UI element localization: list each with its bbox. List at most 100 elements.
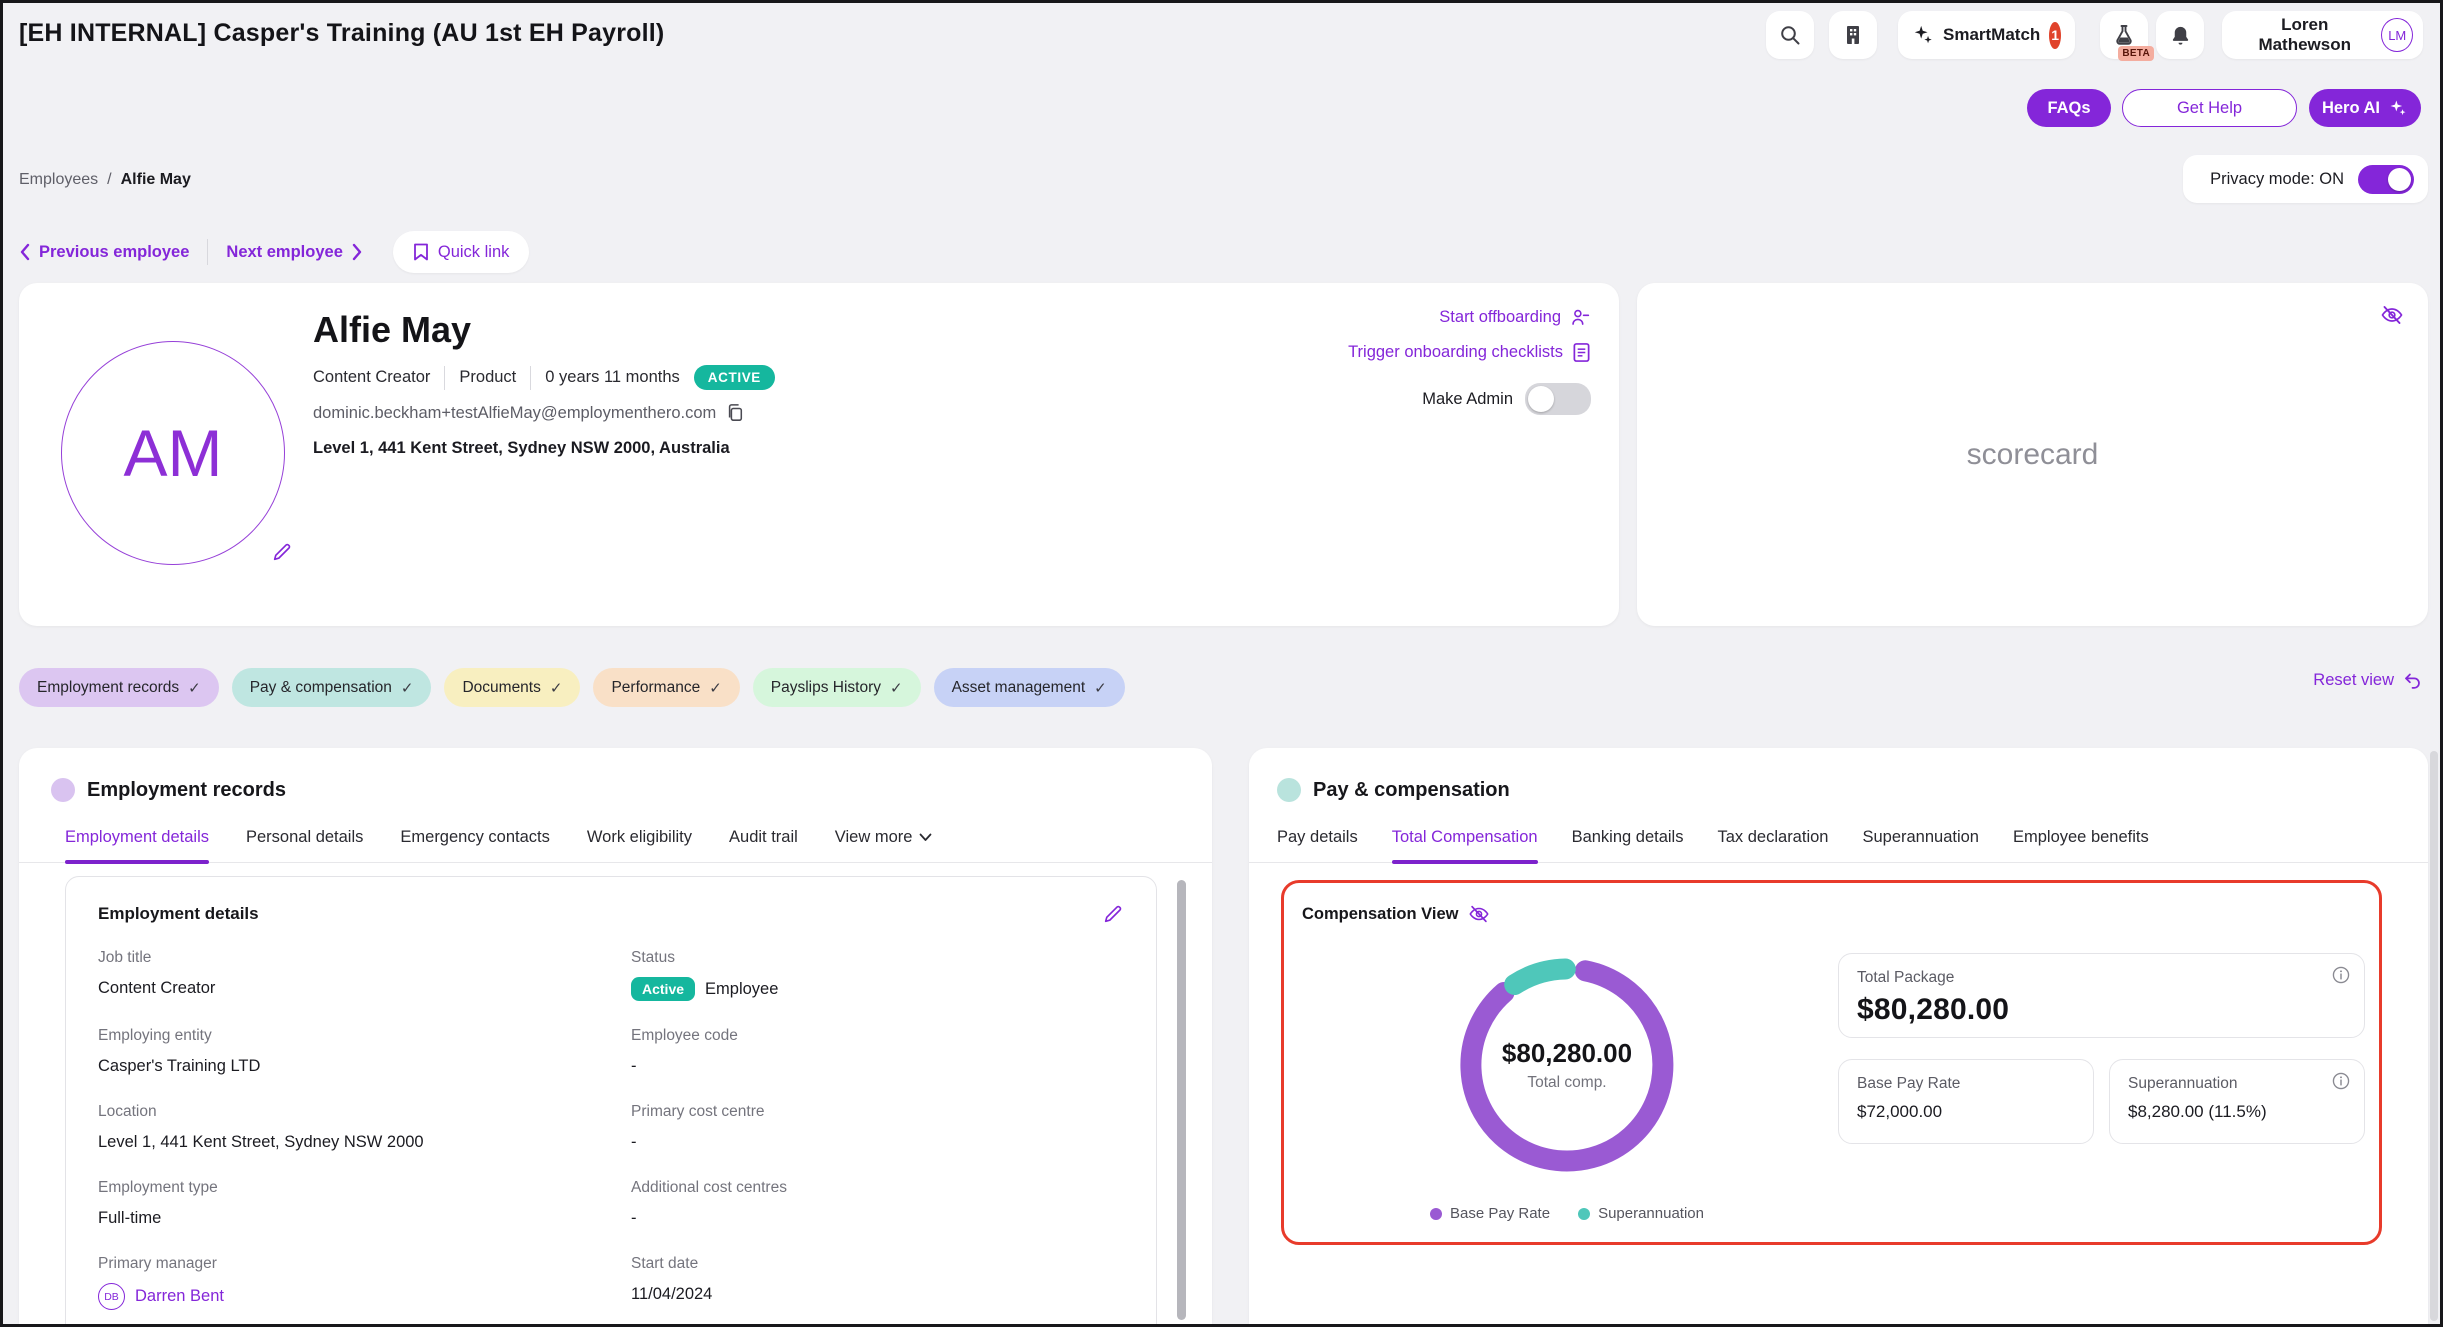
reset-view-button[interactable]: Reset view — [2313, 671, 2422, 690]
privacy-mode-toggle[interactable] — [2358, 165, 2414, 194]
pill-documents[interactable]: Documents✓ — [444, 668, 580, 707]
person-minus-icon — [1570, 307, 1591, 328]
trigger-onboarding-button[interactable]: Trigger onboarding checklists — [1348, 342, 1591, 363]
employee-tenure: 0 years 11 months — [545, 368, 680, 387]
employment-records-tabs: Employment details Personal details Emer… — [19, 828, 1212, 863]
section-dot — [51, 778, 75, 802]
tab-total-compensation[interactable]: Total Compensation — [1392, 828, 1538, 862]
smartmatch-button[interactable]: SmartMatch 1 — [1898, 11, 2075, 59]
base-pay-rate-card: Base Pay Rate $72,000.00 — [1838, 1059, 2094, 1144]
employee-job-title: Content Creator — [313, 368, 430, 387]
hero-ai-button[interactable]: Hero AI — [2309, 89, 2421, 127]
quick-link-button[interactable]: Quick link — [393, 231, 530, 273]
page-scrollbar[interactable] — [2430, 751, 2438, 1321]
company-switcher-button[interactable] — [1829, 11, 1877, 59]
compensation-donut-chart: $80,280.00 Total comp. — [1447, 945, 1687, 1185]
check-icon: ✓ — [1094, 679, 1107, 697]
employee-email-row: dominic.beckham+testAlfieMay@employmenth… — [313, 403, 744, 423]
pill-performance[interactable]: Performance✓ — [593, 668, 739, 707]
previous-employee-button[interactable]: Previous employee — [19, 243, 189, 262]
next-employee-label: Next employee — [226, 243, 342, 262]
tab-banking-details[interactable]: Banking details — [1572, 828, 1684, 862]
field-status: Status ActiveEmployee — [631, 949, 1124, 1001]
flask-icon — [2112, 23, 2136, 47]
employee-meta: Content Creator Product 0 years 11 month… — [313, 365, 775, 390]
pill-payslips-history[interactable]: Payslips History✓ — [753, 668, 921, 707]
divider — [207, 239, 208, 265]
pill-asset-management[interactable]: Asset management✓ — [934, 668, 1125, 707]
faqs-button[interactable]: FAQs — [2027, 89, 2111, 127]
compensation-view-highlight: Compensation View $80,280.00 Total comp. — [1281, 880, 2382, 1245]
make-admin-row: Make Admin — [1422, 383, 1591, 415]
info-icon[interactable] — [2332, 1072, 2350, 1090]
tab-emergency-contacts[interactable]: Emergency contacts — [400, 828, 549, 862]
eye-off-icon — [2380, 303, 2404, 327]
start-offboarding-label: Start offboarding — [1439, 308, 1561, 327]
document-icon — [1572, 342, 1591, 363]
edit-avatar-button[interactable] — [271, 541, 293, 563]
employment-fields-grid: Job title Content Creator Status ActiveE… — [98, 949, 1124, 1324]
make-admin-toggle[interactable] — [1525, 383, 1591, 415]
bell-icon — [2169, 24, 2192, 47]
tab-view-more[interactable]: View more — [835, 828, 933, 862]
legend-base-pay: Base Pay Rate — [1430, 1205, 1550, 1222]
privacy-mode-pill: Privacy mode: ON — [2183, 155, 2428, 203]
field-start-date: Start date 11/04/2024 — [631, 1255, 1124, 1310]
pill-employment-records[interactable]: Employment records✓ — [19, 668, 219, 707]
edit-employment-details-button[interactable] — [1102, 903, 1124, 925]
start-offboarding-button[interactable]: Start offboarding — [1439, 307, 1591, 328]
tab-employment-details[interactable]: Employment details — [65, 828, 209, 862]
hide-compensation-button[interactable] — [1468, 903, 1490, 925]
legend-superannuation: Superannuation — [1578, 1205, 1704, 1222]
employment-details-title: Employment details — [98, 904, 259, 924]
check-icon: ✓ — [550, 679, 563, 697]
field-employing-entity: Employing entity Casper's Training LTD — [98, 1027, 591, 1077]
search-button[interactable] — [1766, 11, 1814, 59]
app-root: [EH INTERNAL] Casper's Training (AU 1st … — [0, 0, 2443, 1327]
tab-superannuation[interactable]: Superannuation — [1862, 828, 1979, 862]
hide-scorecard-button[interactable] — [2380, 303, 2404, 327]
tab-work-eligibility[interactable]: Work eligibility — [587, 828, 692, 862]
field-location: Location Level 1, 441 Kent Street, Sydne… — [98, 1103, 591, 1153]
check-icon: ✓ — [401, 679, 414, 697]
employee-actions: Start offboarding Trigger onboarding che… — [1348, 307, 1591, 415]
employment-records-title: Employment records — [87, 779, 286, 802]
trigger-onboarding-label: Trigger onboarding checklists — [1348, 343, 1563, 362]
bookmark-icon — [413, 243, 429, 261]
user-menu-button[interactable]: Loren Mathewson LM — [2222, 11, 2423, 59]
pay-compensation-tabs: Pay details Total Compensation Banking d… — [1249, 828, 2428, 863]
pill-pay-compensation[interactable]: Pay & compensation✓ — [232, 668, 432, 707]
smartmatch-badge: 1 — [2049, 22, 2061, 49]
scorecard-panel: scorecard — [1637, 283, 2428, 626]
eye-off-icon — [1468, 903, 1490, 925]
employee-nav-row: Previous employee Next employee Quick li… — [19, 231, 529, 273]
tab-employee-benefits[interactable]: Employee benefits — [2013, 828, 2149, 862]
copy-icon[interactable] — [726, 403, 744, 423]
beta-labs-button[interactable]: BETA — [2100, 11, 2148, 59]
employee-address: Level 1, 441 Kent Street, Sydney NSW 200… — [313, 439, 730, 458]
privacy-mode-label: Privacy mode: ON — [2210, 170, 2344, 189]
tab-audit-trail[interactable]: Audit trail — [729, 828, 798, 862]
field-job-title: Job title Content Creator — [98, 949, 591, 1001]
manager-link[interactable]: Darren Bent — [135, 1287, 224, 1306]
check-icon: ✓ — [890, 679, 903, 697]
breadcrumb-root[interactable]: Employees — [19, 171, 98, 189]
get-help-button[interactable]: Get Help — [2122, 89, 2297, 127]
beta-chip: BETA — [2118, 46, 2154, 61]
employee-email: dominic.beckham+testAlfieMay@employmenth… — [313, 404, 716, 423]
notifications-button[interactable] — [2156, 11, 2204, 59]
info-icon[interactable] — [2332, 966, 2350, 984]
employment-details-panel: Employment details Job title Content Cre… — [65, 876, 1157, 1324]
check-icon: ✓ — [709, 679, 722, 697]
tab-personal-details[interactable]: Personal details — [246, 828, 363, 862]
compensation-view-title: Compensation View — [1302, 905, 1458, 924]
sparkle-icon — [1912, 24, 1934, 46]
toggle-knob — [1528, 386, 1554, 412]
next-employee-button[interactable]: Next employee — [226, 243, 362, 262]
field-employee-code: Employee code - — [631, 1027, 1124, 1077]
tab-pay-details[interactable]: Pay details — [1277, 828, 1358, 862]
tab-tax-declaration[interactable]: Tax declaration — [1717, 828, 1828, 862]
breadcrumb: Employees / Alfie May — [19, 171, 191, 189]
employment-card-scrollbar[interactable] — [1177, 880, 1186, 1320]
legend-dot — [1430, 1208, 1442, 1220]
